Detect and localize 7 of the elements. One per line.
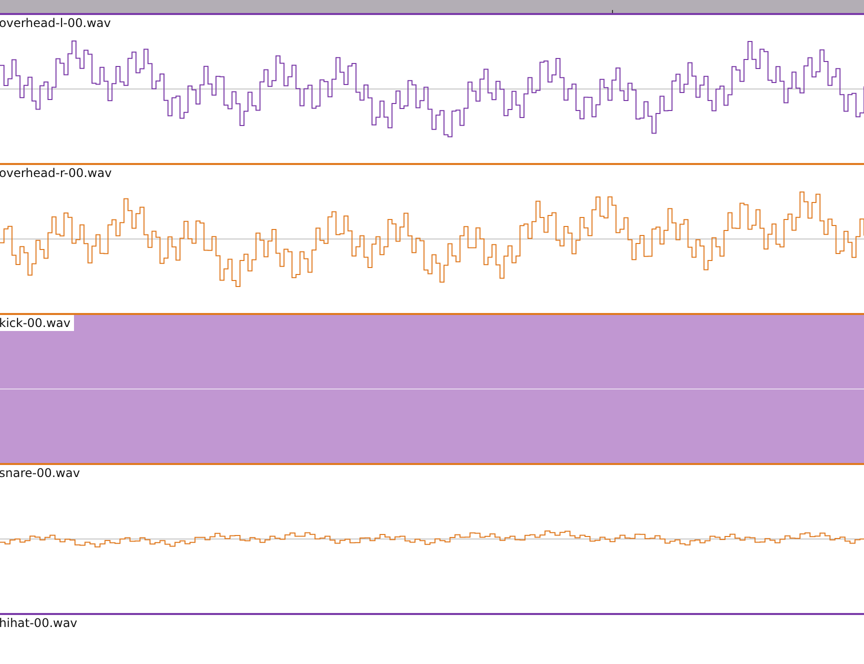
region-name: overhead-l-00.wav <box>0 15 112 31</box>
region-name: snare-00.wav <box>0 465 81 481</box>
region-name: kick-00.wav <box>0 315 74 331</box>
audio-region[interactable]: kick-00.wav <box>0 313 864 463</box>
region-name: hihat-00.wav <box>0 615 78 631</box>
timeline-ruler[interactable] <box>0 0 864 13</box>
region-name: overhead-r-00.wav <box>0 165 113 181</box>
